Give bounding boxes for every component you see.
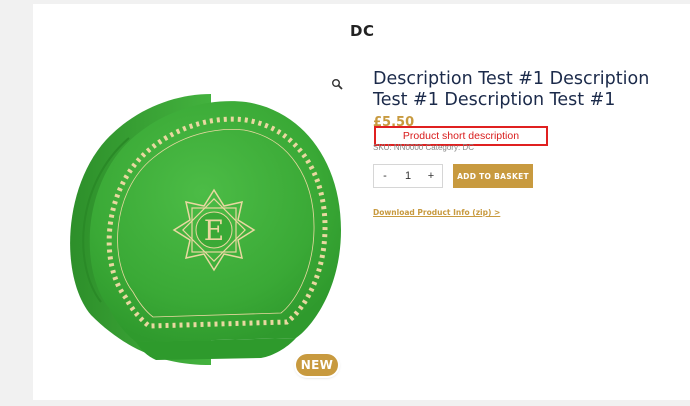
increase-quantity-button[interactable]: +	[420, 170, 442, 182]
sku-label: SKU:	[373, 143, 392, 152]
product-image[interactable]: E	[51, 80, 351, 380]
top-border	[33, 0, 690, 4]
sku-value: NN0000	[393, 143, 424, 152]
category-link[interactable]: DC	[462, 143, 474, 152]
add-to-basket-button[interactable]: ADD TO BASKET	[453, 164, 533, 188]
product-page: DC E NEW Description Test #1 Description…	[33, 0, 690, 400]
product-meta: SKU: NN0000 Category: DC	[373, 143, 474, 152]
page-title: DC	[350, 22, 375, 40]
quantity-stepper: - 1 +	[373, 164, 443, 188]
new-badge: NEW	[296, 354, 338, 376]
download-product-info-link[interactable]: Download Product Info (zip) >	[373, 208, 500, 217]
zoom-icon[interactable]	[331, 78, 343, 90]
quantity-input[interactable]: 1	[397, 170, 419, 182]
decrease-quantity-button[interactable]: -	[374, 170, 396, 182]
category-label: Category:	[425, 143, 461, 152]
svg-text:E: E	[204, 214, 224, 247]
product-title: Description Test #1 Description Test #1 …	[373, 69, 650, 110]
